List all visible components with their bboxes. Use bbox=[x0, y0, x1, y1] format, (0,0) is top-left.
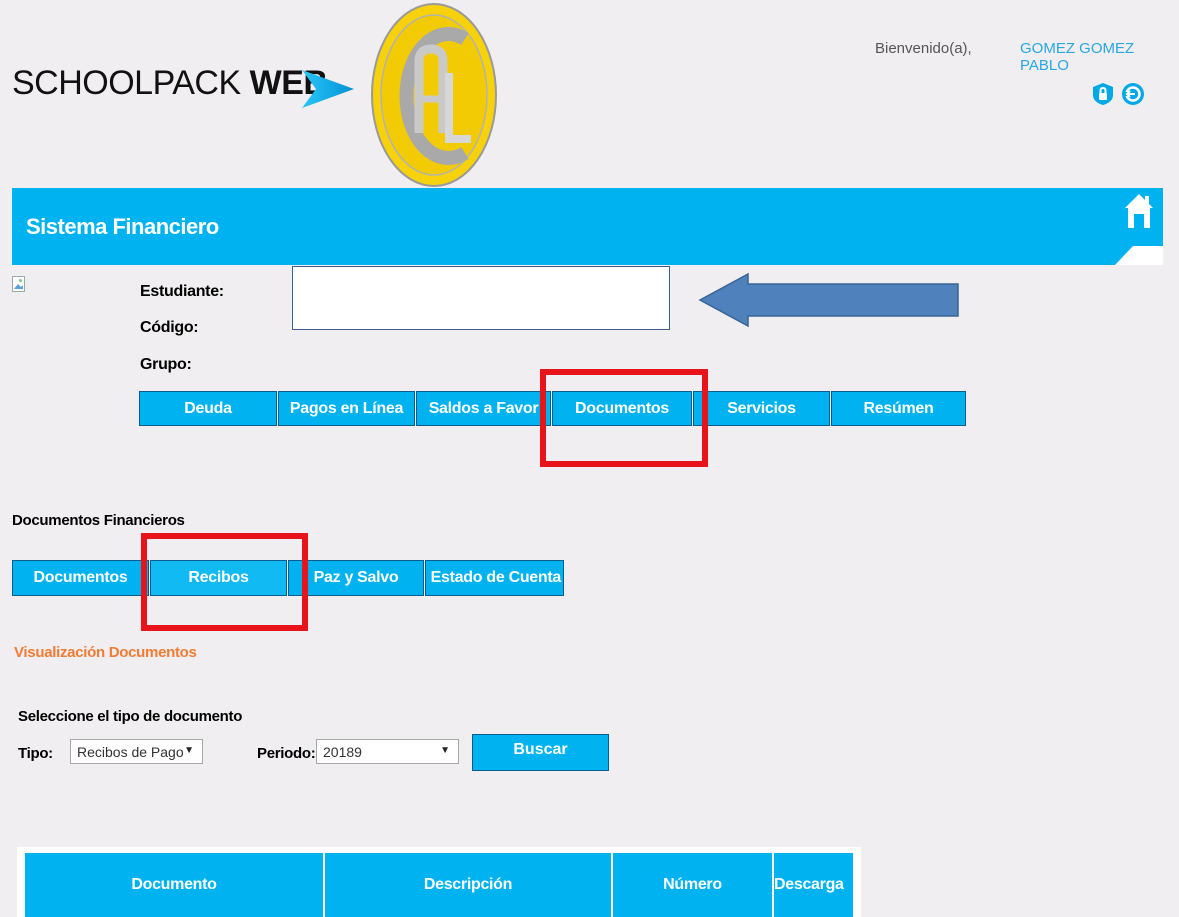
visualization-title: Visualización Documentos bbox=[14, 644, 197, 661]
code-label: Código: bbox=[140, 319, 199, 336]
highlight-box-documentos bbox=[540, 369, 708, 467]
type-select-value: Recibos de Pago bbox=[77, 743, 184, 760]
subtab-documentos[interactable]: Documentos bbox=[12, 560, 149, 596]
section-title: Documentos Financieros bbox=[12, 512, 185, 529]
column-header-descarga: Descarga bbox=[774, 853, 853, 917]
group-label: Grupo: bbox=[140, 356, 192, 373]
period-select-value: 20189 bbox=[323, 743, 362, 760]
chevron-down-icon: ▼ bbox=[440, 745, 450, 756]
welcome-text: Bienvenido(a), bbox=[875, 40, 972, 57]
column-header-descripcion: Descripción bbox=[325, 853, 611, 917]
app-logo-text: SCHOOLPACK WEB bbox=[12, 64, 328, 102]
school-emblem-logo bbox=[371, 3, 497, 187]
period-select[interactable]: 20189 ▼ bbox=[316, 739, 459, 764]
page-title: Sistema Financiero bbox=[26, 214, 219, 239]
type-label: Tipo: bbox=[18, 745, 53, 762]
student-info-box bbox=[292, 266, 670, 330]
type-select[interactable]: Recibos de Pago ▼ bbox=[70, 739, 203, 764]
highlight-box-recibos bbox=[141, 533, 308, 631]
tab-deuda[interactable]: Deuda bbox=[139, 391, 277, 426]
user-name-link[interactable]: GOMEZ GOMEZ PABLO bbox=[1020, 40, 1179, 74]
tab-resumen[interactable]: Resúmen bbox=[831, 391, 966, 426]
lock-shield-icon[interactable] bbox=[1091, 82, 1115, 106]
chevron-down-icon: ▼ bbox=[184, 745, 194, 756]
subtab-estado-de-cuenta[interactable]: Estado de Cuenta bbox=[425, 560, 564, 596]
student-photo-placeholder bbox=[12, 276, 25, 292]
tab-saldos-a-favor[interactable]: Saldos a Favor bbox=[416, 391, 551, 426]
tab-pagos-en-linea[interactable]: Pagos en Línea bbox=[278, 391, 415, 426]
student-label: Estudiante: bbox=[140, 283, 224, 300]
home-icon[interactable] bbox=[1115, 188, 1163, 265]
filter-prompt: Seleccione el tipo de documento bbox=[18, 708, 243, 725]
subtab-paz-y-salvo[interactable]: Paz y Salvo bbox=[288, 560, 424, 596]
column-header-numero: Número bbox=[613, 853, 772, 917]
period-label: Periodo: bbox=[257, 745, 316, 762]
column-header-documento: Documento bbox=[25, 853, 323, 917]
logout-icon[interactable] bbox=[1121, 82, 1145, 106]
pointer-arrow-icon bbox=[698, 272, 959, 328]
logo-arrow-icon bbox=[302, 70, 354, 108]
tab-servicios[interactable]: Servicios bbox=[693, 391, 830, 426]
search-button[interactable]: Buscar bbox=[472, 734, 609, 771]
